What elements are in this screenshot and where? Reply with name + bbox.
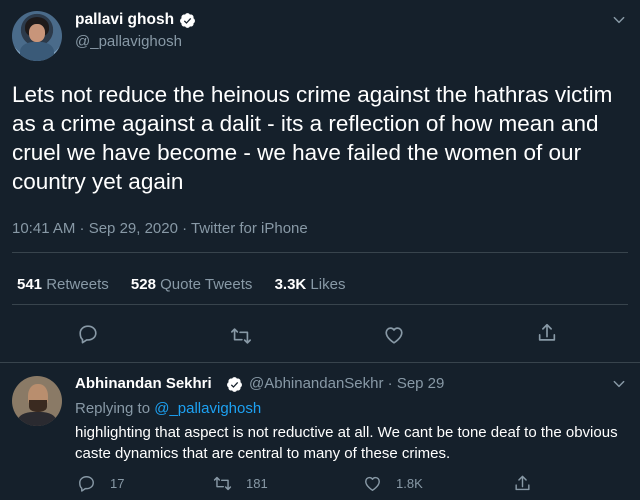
like-icon [365,476,380,491]
retweets-label: Retweets [46,276,109,293]
reply-text: highlighting that aspect is not reductiv… [75,424,618,462]
chevron-down-icon[interactable] [611,12,627,28]
likes-stat[interactable]: 3.3K Likes [275,276,346,293]
quote-tweets-count: 528 [130,276,156,293]
quote-tweets-stat[interactable]: 528 Quote Tweets [131,276,252,293]
divider [12,304,628,305]
reply-count: 17 [110,476,125,491]
reply-share-button[interactable] [513,474,546,493]
reply-icon[interactable] [77,323,99,345]
quote-tweets-label: Quote Tweets [160,276,253,293]
likes-label: Likes [310,276,346,293]
like-icon[interactable] [383,324,405,346]
tweet-timestamp[interactable]: 10:41 AM · Sep 29, 2020 · Twitter for iP… [12,220,308,237]
replying-to: Replying to @_pallavighosh [75,400,261,417]
reply-icon [79,476,94,492]
retweet-icon [213,476,232,491]
share-icon [515,475,530,491]
retweet-count: 181 [246,476,268,491]
share-icon[interactable] [536,322,558,344]
likes-count: 3.3K [274,276,307,293]
author-handle[interactable]: @_pallavighosh [75,33,182,50]
tweet-stats: 541 Retweets 528 Quote Tweets 3.3K Likes [17,276,363,293]
retweets-count: 541 [17,276,43,293]
reply-like-button[interactable]: 1.8K [363,474,423,493]
retweet-icon[interactable] [230,325,252,347]
reply-author-avatar[interactable] [12,376,62,426]
reply-retweet-button[interactable]: 181 [213,474,268,493]
reply-reply-button[interactable]: 17 [77,474,124,493]
tweet-text: Lets not reduce the heinous crime agains… [12,82,613,194]
author-name[interactable]: pallavi ghosh [75,11,174,29]
divider [12,252,628,253]
author-avatar[interactable] [12,11,62,61]
replying-prefix: Replying to [75,400,151,417]
like-count: 1.8K [396,476,423,491]
reply-author-handle-date[interactable]: @AbhinandanSekhr · Sep 29 [249,375,444,392]
chevron-down-icon[interactable] [611,376,627,392]
divider [0,362,640,363]
replying-to-mention[interactable]: @_pallavighosh [154,400,261,417]
reply-author-name[interactable]: Abhinandan Sekhri [75,375,212,392]
verified-badge-icon [180,13,195,28]
retweets-stat[interactable]: 541 Retweets [17,276,109,293]
verified-badge-icon [227,377,242,392]
